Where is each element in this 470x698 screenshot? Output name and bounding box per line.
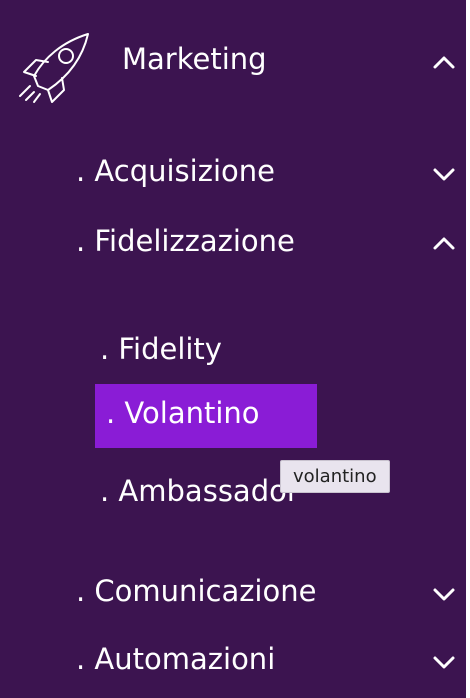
menu-header-marketing[interactable]: Marketing	[0, 18, 466, 108]
sidebar-menu: Marketing . Acquisizione . Fidelizzazion…	[0, 0, 470, 698]
menu-item-label: . Automazioni	[76, 642, 276, 676]
menu-header-label: Marketing	[122, 42, 267, 76]
tooltip: volantino	[280, 460, 390, 493]
menu-item-comunicazione[interactable]: . Comunicazione	[0, 568, 466, 620]
submenu-item-ambassador[interactable]: . Ambassador	[0, 468, 466, 520]
chevron-down-icon[interactable]	[432, 582, 456, 606]
submenu-item-label: . Fidelity	[100, 332, 222, 366]
menu-item-automazioni[interactable]: . Automazioni	[0, 636, 466, 688]
menu-item-label: . Fidelizzazione	[76, 224, 295, 258]
menu-item-label: . Acquisizione	[76, 154, 275, 188]
menu-item-label: . Comunicazione	[76, 574, 317, 608]
menu-item-fidelizzazione[interactable]: . Fidelizzazione	[0, 218, 466, 270]
rocket-icon	[14, 28, 98, 108]
chevron-down-icon[interactable]	[432, 650, 456, 674]
chevron-up-icon[interactable]	[432, 232, 456, 256]
chevron-up-icon[interactable]	[432, 51, 456, 75]
chevron-down-icon[interactable]	[432, 162, 456, 186]
submenu-item-fidelity[interactable]: . Fidelity	[0, 326, 466, 378]
submenu-item-label: . Ambassador	[100, 474, 299, 508]
submenu-item-volantino[interactable]: . Volantino	[0, 390, 466, 442]
menu-item-acquisizione[interactable]: . Acquisizione	[0, 148, 466, 200]
submenu-item-label: . Volantino	[106, 396, 260, 430]
